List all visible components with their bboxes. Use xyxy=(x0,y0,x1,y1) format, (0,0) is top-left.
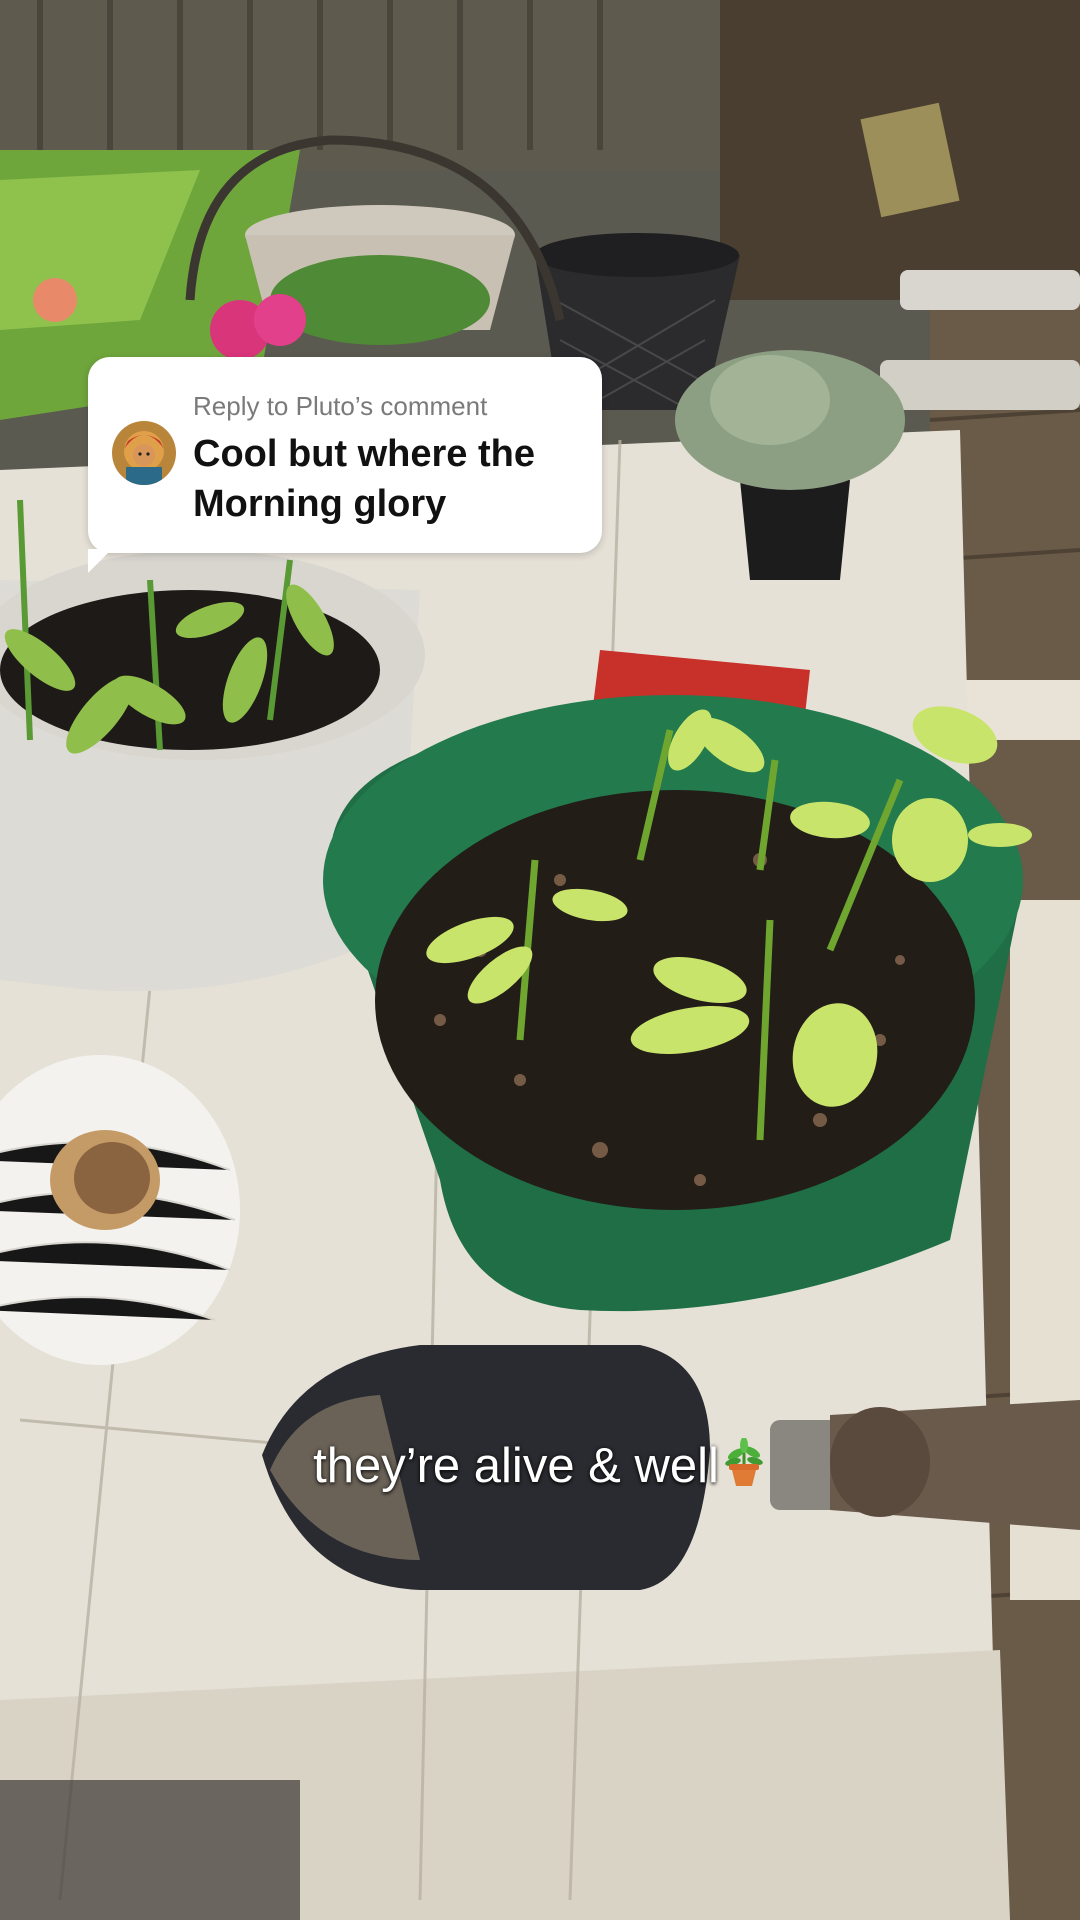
garden-photo xyxy=(0,0,1080,1920)
caption-text: they’re alive & well xyxy=(313,1439,719,1493)
reply-to-label: Reply to Pluto’s comment xyxy=(193,391,488,421)
card-tail xyxy=(88,549,112,573)
avatar[interactable] xyxy=(112,421,176,485)
video-frame: Reply to Pluto’s comment Cool but where … xyxy=(0,0,1080,1920)
potted-plant-icon xyxy=(721,1438,767,1488)
reply-comment-card[interactable]: Reply to Pluto’s comment Cool but where … xyxy=(88,357,602,573)
video-caption: they’re alive & well xyxy=(0,1438,1080,1494)
avatar-image xyxy=(112,421,176,485)
reply-comment-text: Cool but where the Morning glory xyxy=(193,433,535,525)
